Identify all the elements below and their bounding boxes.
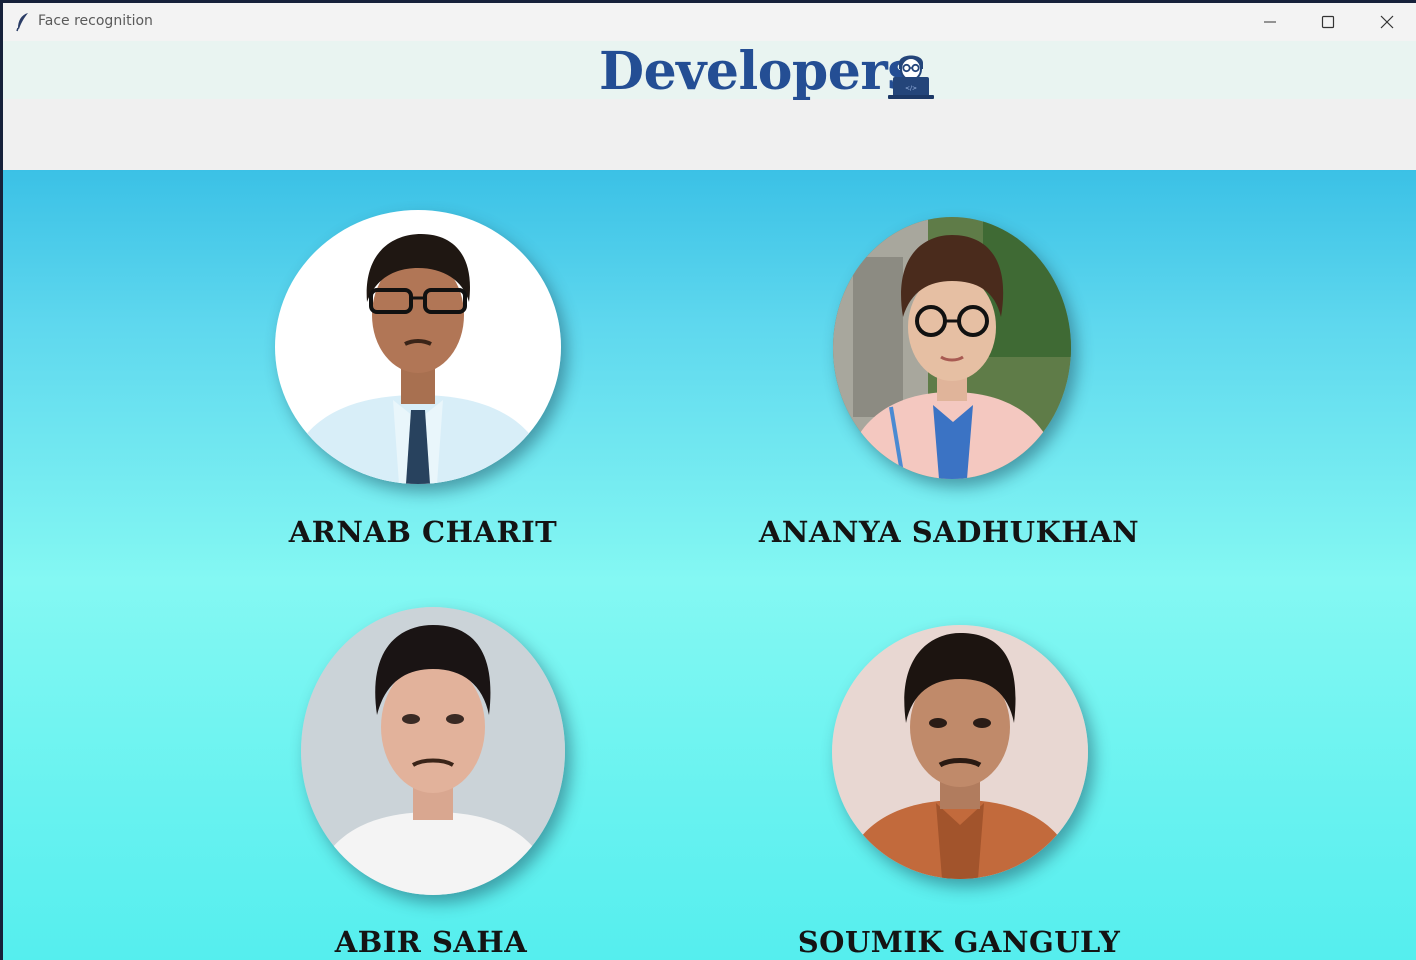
developer-name: ABIR SAHA — [334, 925, 528, 959]
maximize-button[interactable] — [1299, 3, 1357, 41]
developer-name: ARNAB CHARIT — [288, 515, 558, 549]
close-button[interactable] — [1358, 3, 1416, 41]
minimize-icon — [1264, 21, 1276, 23]
developers-panel: ARNAB CHARIT ANANYA SADHUKHAN ABIR SAHA … — [3, 170, 1416, 960]
title-bar[interactable]: Face recognition — [3, 3, 1416, 41]
app-window: Face recognition Developers </> ARNAB CH… — [3, 3, 1416, 960]
developer-name: SOUMIK GANGULY — [797, 925, 1121, 959]
close-icon — [1380, 15, 1394, 29]
feather-icon — [16, 13, 28, 32]
minimize-button[interactable] — [1241, 3, 1299, 41]
developer-photo-abir — [301, 607, 565, 895]
window-title: Face recognition — [38, 13, 153, 29]
developer-photo-ananya — [833, 217, 1071, 479]
page-title: Developers — [599, 41, 917, 102]
maximize-icon — [1321, 15, 1335, 29]
svg-text:</>: </> — [905, 85, 917, 92]
developer-name: ANANYA SADHUKHAN — [758, 515, 1140, 549]
developer-photo-soumik — [832, 625, 1088, 879]
developer-photo-arnab — [275, 210, 561, 484]
developer-laptop-icon: </> — [888, 55, 934, 99]
